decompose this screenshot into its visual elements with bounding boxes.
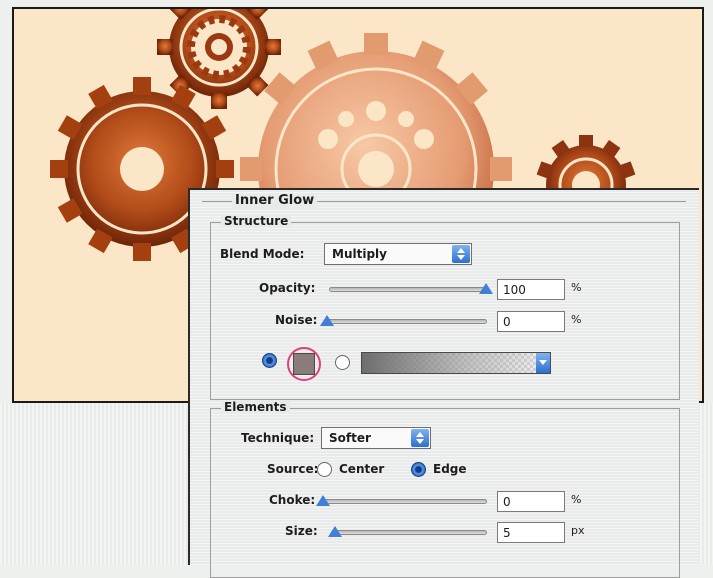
noise-unit: % <box>571 313 582 326</box>
blend-mode-select[interactable]: Multiply <box>324 243 472 265</box>
elements-group: Elements Technique: Softer Source: Cente… <box>210 400 680 578</box>
technique-value: Softer <box>329 431 371 445</box>
size-slider[interactable] <box>331 530 487 535</box>
source-edge-label: Edge <box>433 462 467 476</box>
technique-select[interactable]: Softer <box>321 427 431 449</box>
size-slider-thumb[interactable] <box>328 526 342 537</box>
source-center-radio[interactable] <box>317 462 332 477</box>
glow-gradient-picker[interactable] <box>361 352 551 374</box>
dialog-title: Inner Glow <box>232 193 318 208</box>
inner-glow-dialog: Inner Glow Structure Blend Mode: Multipl… <box>188 188 699 578</box>
choke-slider[interactable] <box>323 499 487 504</box>
noise-input[interactable]: 0 <box>497 311 565 332</box>
opacity-slider[interactable] <box>329 287 487 292</box>
choke-unit: % <box>571 493 582 506</box>
select-arrows-icon <box>452 245 470 263</box>
source-center-label: Center <box>339 462 385 476</box>
structure-group-title: Structure <box>221 214 292 228</box>
size-unit: px <box>571 524 585 537</box>
blend-mode-value: Multiply <box>332 247 387 261</box>
structure-group: Structure Blend Mode: Multiply Opacity: … <box>210 214 680 400</box>
choke-label: Choke: <box>269 493 316 507</box>
opacity-input[interactable]: 100 <box>497 279 565 300</box>
elements-group-title: Elements <box>221 400 290 414</box>
gradient-mode-radio[interactable] <box>335 355 350 370</box>
color-mode-radio[interactable] <box>262 353 277 368</box>
choke-slider-thumb[interactable] <box>316 495 330 506</box>
glow-color-swatch[interactable] <box>293 353 315 375</box>
noise-slider[interactable] <box>327 319 487 324</box>
opacity-unit: % <box>571 281 582 294</box>
gradient-dropdown-icon[interactable] <box>536 353 550 373</box>
opacity-slider-thumb[interactable] <box>479 283 493 294</box>
blend-mode-label: Blend Mode: <box>220 247 305 261</box>
noise-slider-thumb[interactable] <box>320 315 334 326</box>
opacity-label: Opacity: <box>259 281 316 295</box>
choke-input[interactable]: 0 <box>497 491 565 512</box>
size-label: Size: <box>285 524 318 538</box>
noise-label: Noise: <box>275 313 318 327</box>
size-input[interactable]: 5 <box>497 522 565 543</box>
source-label: Source: <box>267 462 319 476</box>
source-edge-radio[interactable] <box>411 462 426 477</box>
select-arrows-icon <box>411 429 429 447</box>
technique-label: Technique: <box>241 431 315 445</box>
